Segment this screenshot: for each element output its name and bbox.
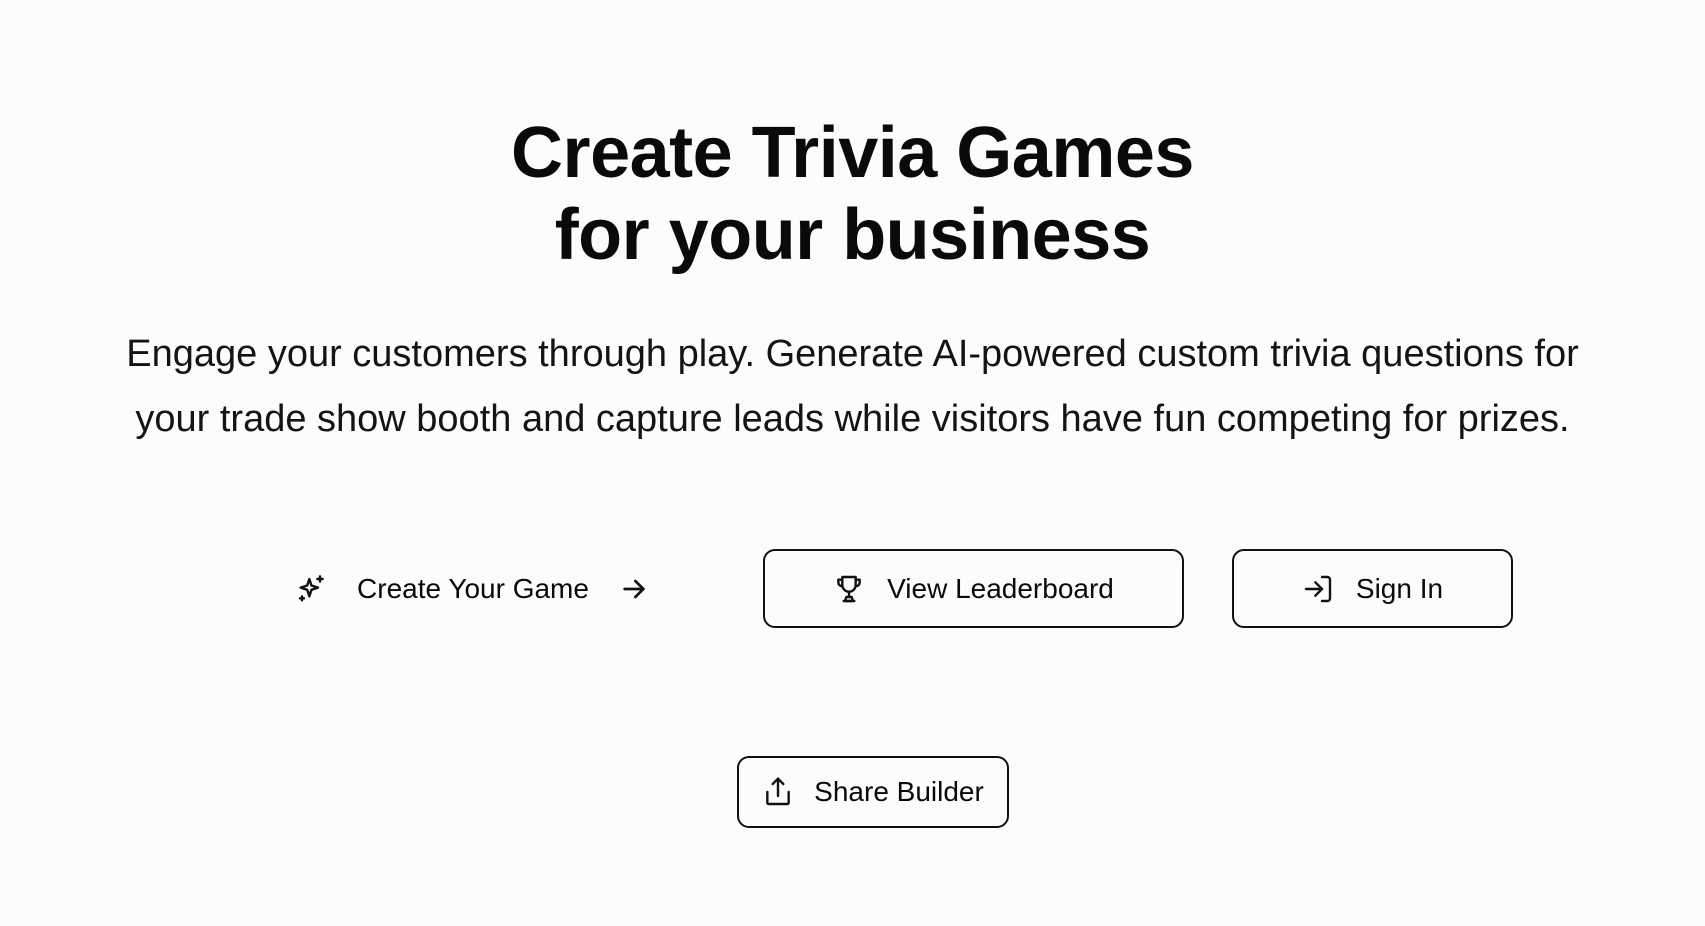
share-icon <box>762 776 794 808</box>
log-in-icon <box>1302 573 1334 605</box>
share-builder-button[interactable]: Share Builder <box>737 756 1009 828</box>
hero-subtitle-line-2: your trade show booth and capture leads … <box>135 398 1570 440</box>
create-game-label: Create Your Game <box>357 573 589 604</box>
share-builder-label: Share Builder <box>814 776 984 807</box>
hero-title-line-2: for your business <box>554 195 1151 275</box>
create-game-button[interactable]: Create Your Game <box>288 551 658 627</box>
landing-page: Create Trivia Games for your business En… <box>0 0 1705 926</box>
hero-subtitle-line-1: Engage your customers through play. Gene… <box>126 333 1579 375</box>
arrow-right-icon <box>618 573 650 605</box>
hero-title: Create Trivia Games for your business <box>0 112 1705 276</box>
sign-in-button[interactable]: Sign In <box>1232 549 1513 628</box>
hero-subtitle: Engage your customers through play. Gene… <box>60 322 1645 452</box>
trophy-icon <box>833 573 865 605</box>
sign-in-label: Sign In <box>1355 572 1444 604</box>
view-leaderboard-button[interactable]: View Leaderboard <box>763 549 1184 628</box>
sparkles-icon <box>296 573 328 605</box>
view-leaderboard-label: View Leaderboard <box>887 572 1114 604</box>
hero-title-line-1: Create Trivia Games <box>511 113 1194 193</box>
